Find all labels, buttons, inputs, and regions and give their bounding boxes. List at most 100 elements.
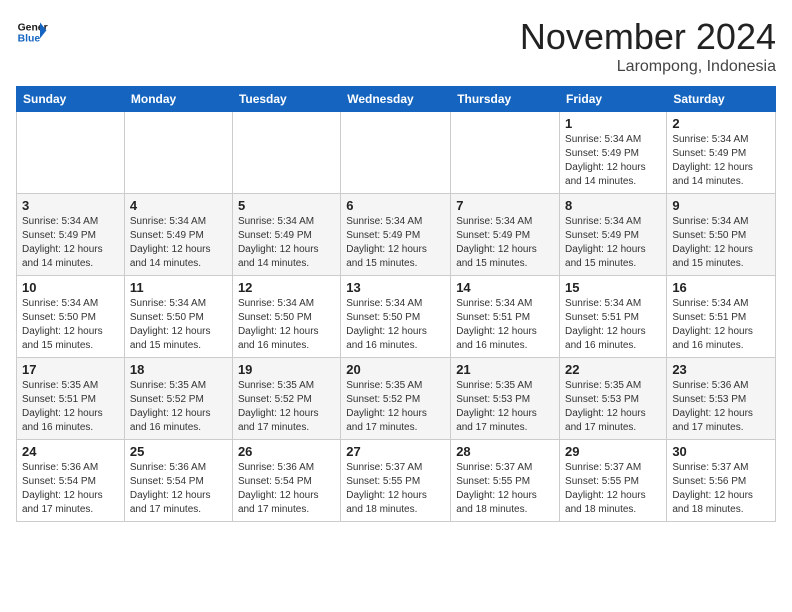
calendar-cell: 2Sunrise: 5:34 AM Sunset: 5:49 PM Daylig… xyxy=(667,112,776,194)
day-number: 18 xyxy=(130,362,227,377)
header-day-wednesday: Wednesday xyxy=(341,87,451,112)
calendar-cell: 20Sunrise: 5:35 AM Sunset: 5:52 PM Dayli… xyxy=(341,358,451,440)
day-number: 16 xyxy=(672,280,770,295)
calendar-cell: 15 Sunrise: 5:34 AM Sunset: 5:51 PM Dayli… xyxy=(560,276,667,358)
calendar-cell xyxy=(124,112,232,194)
day-info: Sunrise: 5:35 AM Sunset: 5:53 PM Dayligh… xyxy=(565,379,661,435)
header-day-thursday: Thursday xyxy=(451,87,560,112)
day-info: Sunrise: 5:36 AM Sunset: 5:54 PM Dayligh… xyxy=(22,461,119,517)
day-number: 2 xyxy=(672,116,770,131)
calendar-cell: 1 Sunrise: 5:34 AM Sunset: 5:49 PM Daylig… xyxy=(560,112,667,194)
day-info: Sunrise: 5:37 AM Sunset: 5:55 PM Dayligh… xyxy=(565,461,661,517)
day-info: Sunrise: 5:34 AM Sunset: 5:51 PM Dayligh… xyxy=(456,297,554,353)
day-info: Sunrise: 5:34 AM Sunset: 5:50 PM Dayligh… xyxy=(130,297,227,353)
day-info: Sunrise: 5:34 AM Sunset: 5:49 PM Dayligh… xyxy=(130,215,227,271)
header-day-friday: Friday xyxy=(560,87,667,112)
day-info: Sunrise: 5:34 AM Sunset: 5:50 PM Dayligh… xyxy=(238,297,335,353)
day-number: 23 xyxy=(672,362,770,377)
calendar-cell: 13Sunrise: 5:34 AM Sunset: 5:50 PM Dayli… xyxy=(341,276,451,358)
calendar-cell: 17Sunrise: 5:35 AM Sunset: 5:51 PM Dayli… xyxy=(17,358,125,440)
week-row-2: 3Sunrise: 5:34 AM Sunset: 5:49 PM Daylig… xyxy=(17,194,776,276)
calendar-cell: 12 Sunrise: 5:34 AM Sunset: 5:50 PM Dayli… xyxy=(232,276,340,358)
day-number: 21 xyxy=(456,362,554,377)
calendar-cell: 19Sunrise: 5:35 AM Sunset: 5:52 PM Dayli… xyxy=(232,358,340,440)
header-day-monday: Monday xyxy=(124,87,232,112)
day-number: 6 xyxy=(346,198,445,213)
day-number: 20 xyxy=(346,362,445,377)
day-number: 22 xyxy=(565,362,661,377)
day-number: 11 xyxy=(130,280,227,295)
calendar-cell xyxy=(451,112,560,194)
calendar-cell: 30 Sunrise: 5:37 AM Sunset: 5:56 PM Dayli… xyxy=(667,440,776,522)
day-info: Sunrise: 5:35 AM Sunset: 5:51 PM Dayligh… xyxy=(22,379,119,435)
header-row: SundayMondayTuesdayWednesdayThursdayFrid… xyxy=(17,87,776,112)
day-info: Sunrise: 5:37 AM Sunset: 5:56 PM Dayligh… xyxy=(672,461,770,517)
location-title: Larompong, Indonesia xyxy=(520,58,776,76)
day-info: Sunrise: 5:34 AM Sunset: 5:50 PM Dayligh… xyxy=(346,297,445,353)
day-number: 26 xyxy=(238,444,335,459)
day-number: 7 xyxy=(456,198,554,213)
calendar-cell: 21Sunrise: 5:35 AM Sunset: 5:53 PM Dayli… xyxy=(451,358,560,440)
calendar-cell: 8 Sunrise: 5:34 AM Sunset: 5:49 PM Daylig… xyxy=(560,194,667,276)
calendar-cell: 11 Sunrise: 5:34 AM Sunset: 5:50 PM Dayli… xyxy=(124,276,232,358)
title-block: November 2024 Larompong, Indonesia xyxy=(520,16,776,76)
calendar-cell: 18 Sunrise: 5:35 AM Sunset: 5:52 PM Dayli… xyxy=(124,358,232,440)
calendar-cell: 3Sunrise: 5:34 AM Sunset: 5:49 PM Daylig… xyxy=(17,194,125,276)
day-info: Sunrise: 5:35 AM Sunset: 5:52 PM Dayligh… xyxy=(130,379,227,435)
week-row-4: 17Sunrise: 5:35 AM Sunset: 5:51 PM Dayli… xyxy=(17,358,776,440)
logo-icon: General Blue xyxy=(16,16,48,48)
logo: General Blue xyxy=(16,16,48,48)
calendar-cell: 6 Sunrise: 5:34 AM Sunset: 5:49 PM Daylig… xyxy=(341,194,451,276)
day-info: Sunrise: 5:34 AM Sunset: 5:51 PM Dayligh… xyxy=(672,297,770,353)
calendar-cell: 22 Sunrise: 5:35 AM Sunset: 5:53 PM Dayli… xyxy=(560,358,667,440)
svg-text:Blue: Blue xyxy=(18,34,41,45)
header-day-tuesday: Tuesday xyxy=(232,87,340,112)
day-number: 8 xyxy=(565,198,661,213)
day-number: 19 xyxy=(238,362,335,377)
day-number: 4 xyxy=(130,198,227,213)
calendar-cell: 27Sunrise: 5:37 AM Sunset: 5:55 PM Dayli… xyxy=(341,440,451,522)
day-number: 9 xyxy=(672,198,770,213)
day-number: 1 xyxy=(565,116,661,131)
day-number: 5 xyxy=(238,198,335,213)
day-info: Sunrise: 5:34 AM Sunset: 5:49 PM Dayligh… xyxy=(565,133,661,189)
header-day-saturday: Saturday xyxy=(667,87,776,112)
calendar-cell: 5Sunrise: 5:34 AM Sunset: 5:49 PM Daylig… xyxy=(232,194,340,276)
day-info: Sunrise: 5:34 AM Sunset: 5:50 PM Dayligh… xyxy=(22,297,119,353)
day-number: 27 xyxy=(346,444,445,459)
calendar-table: SundayMondayTuesdayWednesdayThursdayFrid… xyxy=(16,86,776,522)
week-row-5: 24 Sunrise: 5:36 AM Sunset: 5:54 PM Dayli… xyxy=(17,440,776,522)
month-title: November 2024 xyxy=(520,16,776,58)
day-number: 15 xyxy=(565,280,661,295)
calendar-cell: 24 Sunrise: 5:36 AM Sunset: 5:54 PM Dayli… xyxy=(17,440,125,522)
calendar-cell: 25Sunrise: 5:36 AM Sunset: 5:54 PM Dayli… xyxy=(124,440,232,522)
calendar-cell xyxy=(341,112,451,194)
calendar-cell: 7 Sunrise: 5:34 AM Sunset: 5:49 PM Daylig… xyxy=(451,194,560,276)
day-info: Sunrise: 5:36 AM Sunset: 5:53 PM Dayligh… xyxy=(672,379,770,435)
day-info: Sunrise: 5:34 AM Sunset: 5:51 PM Dayligh… xyxy=(565,297,661,353)
day-number: 30 xyxy=(672,444,770,459)
day-info: Sunrise: 5:34 AM Sunset: 5:49 PM Dayligh… xyxy=(22,215,119,271)
day-info: Sunrise: 5:34 AM Sunset: 5:50 PM Dayligh… xyxy=(672,215,770,271)
day-number: 10 xyxy=(22,280,119,295)
day-number: 29 xyxy=(565,444,661,459)
day-info: Sunrise: 5:34 AM Sunset: 5:49 PM Dayligh… xyxy=(346,215,445,271)
calendar-cell: 16 Sunrise: 5:34 AM Sunset: 5:51 PM Dayli… xyxy=(667,276,776,358)
calendar-cell: 29 Sunrise: 5:37 AM Sunset: 5:55 PM Dayli… xyxy=(560,440,667,522)
page-header: General Blue November 2024 Larompong, In… xyxy=(16,16,776,76)
calendar-cell: 4 Sunrise: 5:34 AM Sunset: 5:49 PM Daylig… xyxy=(124,194,232,276)
day-number: 25 xyxy=(130,444,227,459)
calendar-cell: 28 Sunrise: 5:37 AM Sunset: 5:55 PM Dayli… xyxy=(451,440,560,522)
calendar-cell: 10 Sunrise: 5:34 AM Sunset: 5:50 PM Dayli… xyxy=(17,276,125,358)
calendar-cell: 26 Sunrise: 5:36 AM Sunset: 5:54 PM Dayli… xyxy=(232,440,340,522)
calendar-cell xyxy=(17,112,125,194)
day-info: Sunrise: 5:34 AM Sunset: 5:49 PM Dayligh… xyxy=(565,215,661,271)
day-info: Sunrise: 5:37 AM Sunset: 5:55 PM Dayligh… xyxy=(456,461,554,517)
calendar-cell: 14 Sunrise: 5:34 AM Sunset: 5:51 PM Dayli… xyxy=(451,276,560,358)
day-number: 28 xyxy=(456,444,554,459)
day-number: 24 xyxy=(22,444,119,459)
day-number: 14 xyxy=(456,280,554,295)
day-info: Sunrise: 5:34 AM Sunset: 5:49 PM Dayligh… xyxy=(456,215,554,271)
day-info: Sunrise: 5:36 AM Sunset: 5:54 PM Dayligh… xyxy=(238,461,335,517)
day-number: 12 xyxy=(238,280,335,295)
